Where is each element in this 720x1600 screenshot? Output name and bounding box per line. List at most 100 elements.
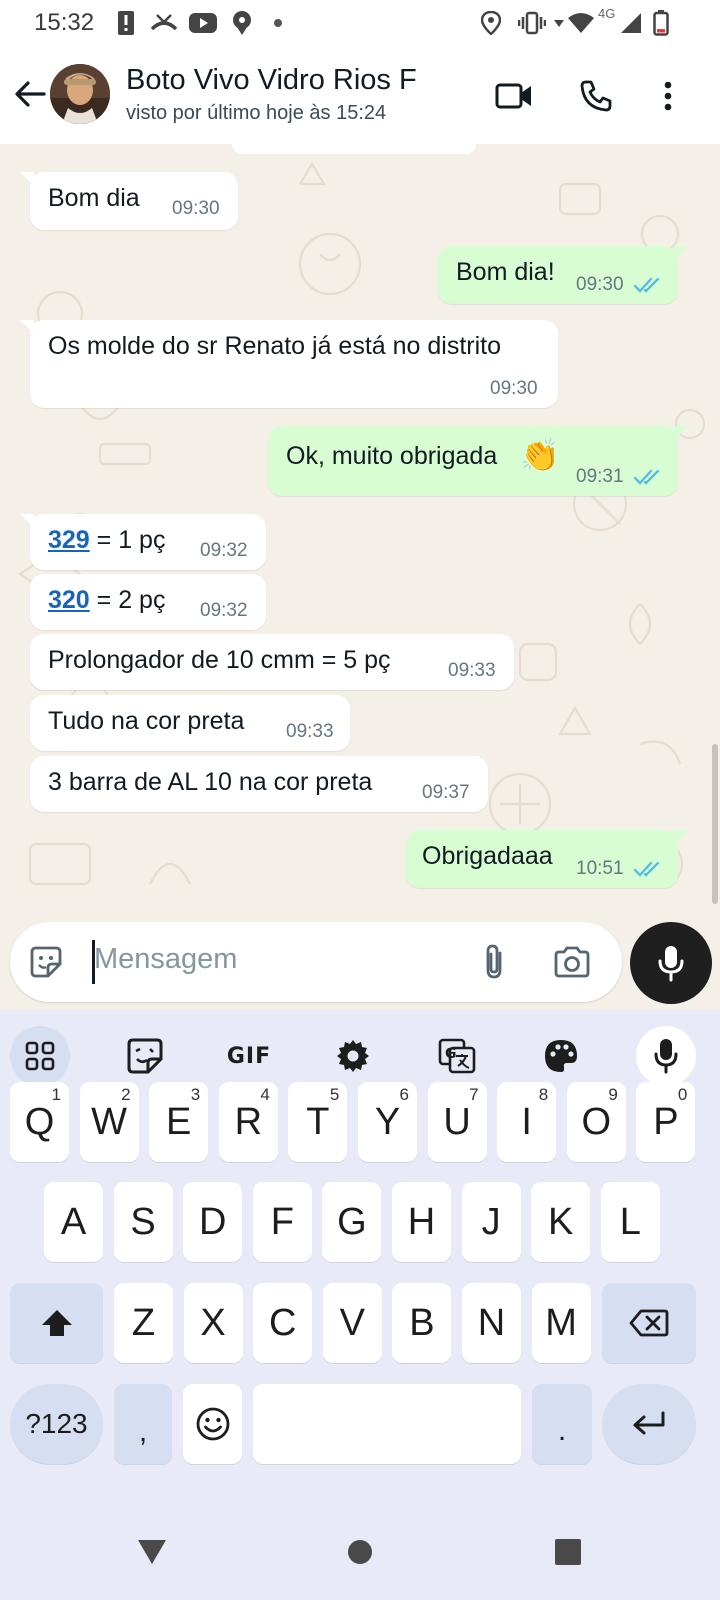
key-x[interactable]: X (183, 1283, 243, 1363)
message-incoming[interactable]: Os molde do sr Renato já está no distrit… (20, 320, 558, 408)
backspace-key[interactable] (602, 1283, 696, 1363)
key-c[interactable]: C (253, 1283, 313, 1363)
key-b[interactable]: B (392, 1283, 452, 1363)
key-a[interactable]: A (44, 1182, 103, 1262)
message-composer[interactable]: Mensagem (10, 922, 622, 1002)
key-label: J (481, 1200, 501, 1243)
nav-recents-icon[interactable] (544, 1528, 592, 1576)
key-n[interactable]: N (462, 1283, 521, 1363)
back-arrow-icon[interactable] (10, 74, 50, 114)
bubble-tail (674, 246, 688, 260)
message-time: 09:30 (172, 198, 220, 219)
phone-number-link[interactable]: 329 (48, 526, 90, 554)
key-label: H (407, 1200, 436, 1243)
more-options-icon[interactable] (646, 76, 690, 116)
emoji-key[interactable] (183, 1384, 242, 1464)
message-incoming[interactable]: Prolongador de 10 cmm = 5 pç 09:33 (30, 634, 514, 690)
apps-grid-icon[interactable] (10, 1026, 70, 1086)
key-number-hint: 7 (469, 1085, 479, 1104)
voice-typing-mic-icon[interactable] (636, 1026, 696, 1086)
gif-button[interactable]: GIF (219, 1026, 279, 1086)
message-incoming[interactable]: 3 barra de AL 10 na cor preta 09:37 (30, 756, 488, 812)
chat-area[interactable]: Bom dia 09:30 Bom dia! 09:30 Os molde do… (0, 144, 720, 1010)
key-label: X (200, 1301, 226, 1344)
message-time: 10:51 (576, 858, 624, 879)
key-i[interactable]: I8 (497, 1082, 557, 1162)
enter-key[interactable] (602, 1384, 696, 1464)
phone-number-link[interactable]: 320 (48, 586, 90, 614)
period-key[interactable]: . (532, 1384, 592, 1464)
key-q[interactable]: Q1 (10, 1082, 69, 1162)
symbols-key[interactable]: ?123 (10, 1384, 103, 1464)
key-e[interactable]: E3 (149, 1082, 209, 1162)
alert-icon (116, 10, 136, 36)
key-label: D (198, 1200, 227, 1243)
key-o[interactable]: O9 (566, 1082, 626, 1162)
message-time: 09:33 (286, 721, 334, 742)
message-input[interactable]: Mensagem (94, 943, 237, 976)
palette-icon[interactable] (531, 1026, 591, 1086)
key-label: M (545, 1301, 577, 1344)
clapping-hands-emoji: 👏 (520, 437, 560, 473)
translate-icon[interactable]: G (427, 1026, 487, 1086)
key-j[interactable]: J (461, 1182, 521, 1262)
bubble-tail (20, 514, 34, 528)
key-s[interactable]: S (113, 1182, 173, 1262)
comma-key[interactable]: , (114, 1384, 172, 1464)
data-arrows-icon (552, 10, 566, 36)
attach-icon[interactable] (472, 940, 516, 984)
key-y[interactable]: Y6 (358, 1082, 417, 1162)
shift-key[interactable] (10, 1283, 103, 1363)
sticker-icon[interactable] (24, 940, 68, 984)
nav-back-icon[interactable] (128, 1528, 176, 1576)
key-label: P (653, 1100, 679, 1143)
message-outgoing[interactable]: Bom dia! 09:30 (438, 246, 688, 304)
key-h[interactable]: H (392, 1182, 451, 1262)
key-m[interactable]: M (531, 1283, 591, 1363)
message-incoming[interactable]: 320 = 2 pç 09:32 (30, 574, 266, 630)
message-text: 3 barra de AL 10 na cor preta (48, 768, 373, 796)
camera-icon[interactable] (550, 940, 594, 984)
space-key[interactable] (253, 1384, 521, 1464)
status-time: 15:32 (34, 9, 95, 36)
message-bubble-partial[interactable] (232, 144, 476, 154)
key-g[interactable]: G (322, 1182, 382, 1262)
chat-header: Boto Vivo Vidro Rios F visto por último … (0, 48, 720, 144)
voice-message-button[interactable] (630, 922, 712, 1004)
nav-home-icon[interactable] (336, 1528, 384, 1576)
contact-avatar[interactable] (50, 64, 110, 124)
settings-icon[interactable] (323, 1026, 383, 1086)
message-incoming[interactable]: Bom dia 09:30 (20, 172, 238, 230)
message-incoming[interactable]: 329 = 1 pç 09:32 (20, 514, 266, 570)
key-number-hint: 0 (677, 1085, 688, 1104)
video-call-icon[interactable] (492, 76, 536, 116)
cell-signal-icon (618, 10, 644, 36)
bubble-tail (20, 172, 34, 186)
key-number-hint: 3 (190, 1085, 201, 1104)
sticker-icon[interactable] (115, 1026, 175, 1086)
contact-name[interactable]: Boto Vivo Vidro Rios F (126, 64, 417, 97)
key-t[interactable]: T5 (288, 1082, 348, 1162)
chat-scrollbar[interactable] (712, 744, 718, 904)
key-label: N (477, 1301, 506, 1344)
key-v[interactable]: V (322, 1283, 382, 1363)
voice-call-icon[interactable] (574, 76, 618, 116)
message-incoming[interactable]: Tudo na cor preta 09:33 (30, 695, 350, 751)
key-d[interactable]: D (183, 1182, 243, 1262)
key-f[interactable]: F (252, 1182, 312, 1262)
message-time: 09:32 (200, 600, 248, 621)
message-outgoing[interactable]: Ok, muito obrigada 👏 09:31 (268, 426, 688, 496)
key-r[interactable]: R4 (218, 1082, 278, 1162)
key-p[interactable]: P0 (636, 1082, 696, 1162)
key-z[interactable]: Z (114, 1283, 173, 1363)
key-l[interactable]: L (600, 1182, 660, 1262)
key-number-hint: 1 (51, 1085, 61, 1104)
message-text: 320 = 2 pç (48, 586, 166, 614)
system-navigation-bar (0, 1500, 720, 1600)
key-k[interactable]: K (531, 1182, 591, 1262)
message-outgoing[interactable]: Obrigadaaa 10:51 (406, 830, 688, 888)
key-w[interactable]: W2 (79, 1082, 139, 1162)
key-number-hint: 8 (538, 1085, 549, 1104)
key-u[interactable]: U7 (427, 1082, 487, 1162)
svg-text:G: G (445, 1046, 457, 1062)
